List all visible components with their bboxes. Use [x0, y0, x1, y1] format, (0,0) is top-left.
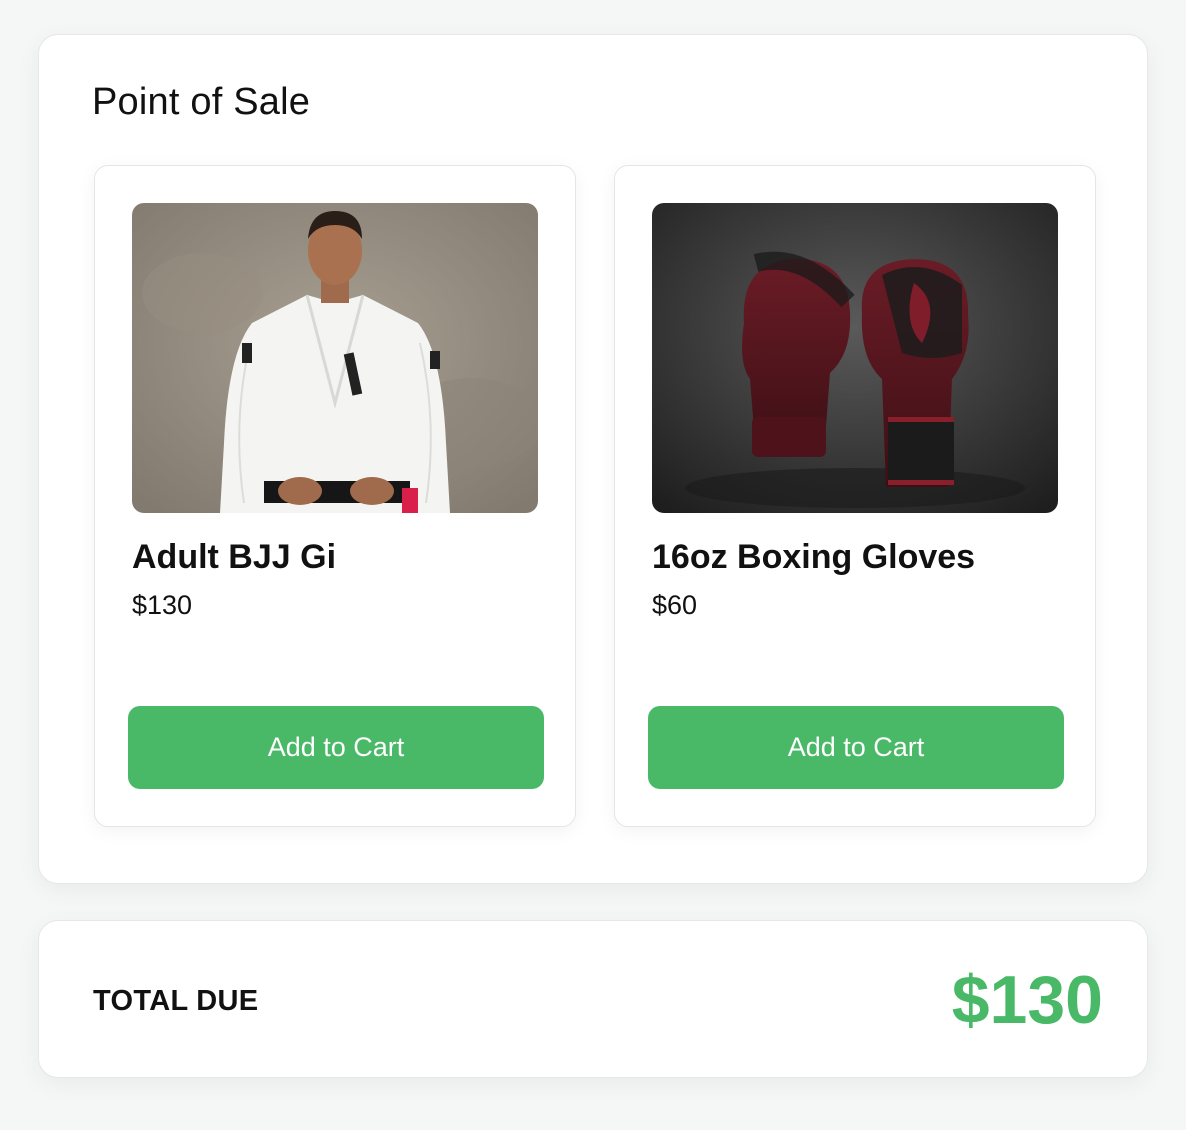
- total-value: $130: [951, 962, 1103, 1038]
- product-name: Adult BJJ Gi: [132, 538, 337, 576]
- total-label: TOTAL DUE: [93, 985, 259, 1017]
- product-image-gi: [132, 203, 538, 513]
- product-image-gloves: [652, 203, 1058, 513]
- total-panel: TOTAL DUE $130: [38, 920, 1148, 1078]
- product-price: $60: [652, 590, 698, 620]
- product-card: Adult BJJ Gi $130 Add to Cart: [94, 165, 576, 827]
- products-panel: Point of Sale Adult BJJ Gi $130 Add to C…: [38, 34, 1148, 884]
- page-title: Point of Sale: [92, 81, 311, 123]
- add-to-cart-button[interactable]: Add to Cart: [128, 706, 544, 789]
- product-card: 16oz Boxing Gloves $60 Add to Cart: [614, 165, 1096, 827]
- add-to-cart-button[interactable]: Add to Cart: [648, 706, 1064, 789]
- product-price: $130: [132, 590, 193, 620]
- product-name: 16oz Boxing Gloves: [652, 538, 976, 576]
